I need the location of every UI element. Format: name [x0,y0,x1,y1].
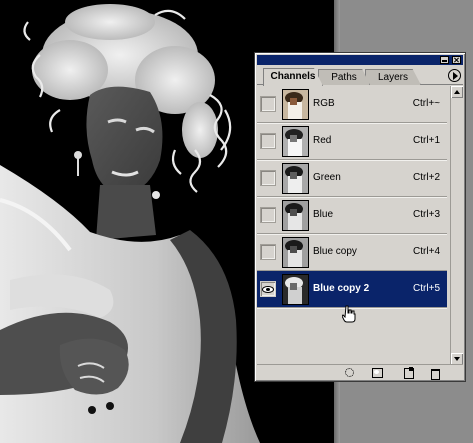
hand-cursor-icon [342,305,356,323]
channel-row-red[interactable]: Red Ctrl+1 [257,123,447,160]
palette-scrollbar[interactable] [450,86,463,365]
minimize-icon[interactable] [440,56,449,64]
palette-menu-arrow-icon[interactable] [448,69,461,82]
channel-row-rgb[interactable]: RGB Ctrl+~ [257,86,447,123]
channel-thumbnail [282,163,309,194]
tab-paths[interactable]: Paths [318,69,370,85]
channel-row-blue-copy[interactable]: Blue copy Ctrl+4 [257,234,447,271]
eye-icon [262,286,274,293]
channel-row-green[interactable]: Green Ctrl+2 [257,160,447,197]
palette-footer [257,364,463,380]
palette-titlebar[interactable] [257,55,463,65]
channel-name: Blue [313,209,334,220]
channel-list: RGB Ctrl+~ Red Ctrl+1 Green Ctrl+2 Blue … [257,86,447,365]
load-channel-as-selection-icon[interactable] [343,367,355,378]
new-channel-icon[interactable] [403,367,415,379]
channel-shortcut: Ctrl+3 [413,209,440,220]
delete-channel-icon[interactable] [429,367,441,380]
close-icon[interactable] [452,56,461,64]
channel-row-blue-copy-2[interactable]: Blue copy 2 Ctrl+5 [257,271,447,308]
channel-row-blue[interactable]: Blue Ctrl+3 [257,197,447,234]
visibility-toggle[interactable] [260,281,276,297]
channel-thumbnail [282,237,309,268]
channel-thumbnail [282,274,309,305]
channel-thumbnail [282,126,309,157]
visibility-toggle[interactable] [260,244,276,260]
channel-thumbnail [282,200,309,231]
channels-palette[interactable]: Layers Paths Channels RGB Ctrl+~ Red Ctr… [254,52,466,382]
channel-shortcut: Ctrl+1 [413,135,440,146]
save-selection-as-channel-icon[interactable] [371,367,383,378]
visibility-toggle[interactable] [260,133,276,149]
visibility-toggle[interactable] [260,170,276,186]
channel-shortcut: Ctrl+2 [413,172,440,183]
tab-channels[interactable]: Channels [263,68,323,86]
visibility-toggle[interactable] [260,207,276,223]
palette-tabs: Layers Paths Channels [257,67,463,86]
channel-name: RGB [313,98,335,109]
visibility-toggle[interactable] [260,96,276,112]
channel-name: Blue copy 2 [313,283,370,294]
channel-thumbnail [282,89,309,120]
channel-name: Green [313,172,341,183]
channel-name: Blue copy [313,246,357,257]
scroll-up-arrow-icon[interactable] [451,86,463,98]
channel-name: Red [313,135,332,146]
tab-layers[interactable]: Layers [365,69,421,85]
channel-shortcut: Ctrl+4 [413,246,440,257]
channel-shortcut: Ctrl+5 [413,283,440,294]
channel-shortcut: Ctrl+~ [412,98,440,109]
